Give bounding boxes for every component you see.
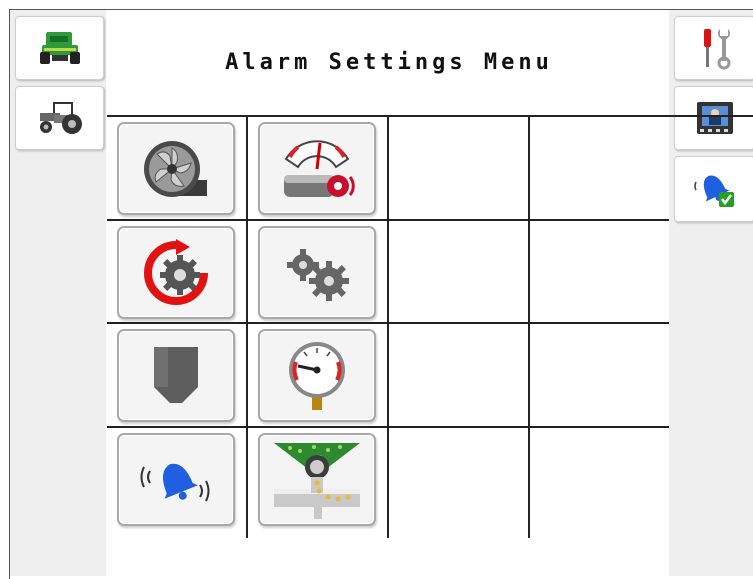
tools-tab[interactable] bbox=[674, 16, 753, 80]
alarm-sound-button[interactable] bbox=[117, 433, 235, 526]
ringing-bell-icon bbox=[140, 463, 210, 501]
grid-line-v2 bbox=[387, 116, 389, 538]
wrench-screwdriver-icon bbox=[703, 29, 730, 70]
pressure-gauge-icon bbox=[289, 341, 345, 410]
fan-icon bbox=[144, 140, 207, 197]
shaft-speed-alarm-button[interactable] bbox=[258, 122, 376, 215]
page-title: Alarm Settings Menu bbox=[225, 50, 553, 75]
display-settings-tab[interactable] bbox=[674, 86, 753, 150]
fan-alarm-button[interactable] bbox=[117, 122, 235, 215]
alarm-settings-tab[interactable] bbox=[674, 156, 753, 222]
tractor-tab[interactable] bbox=[15, 86, 104, 150]
operator-screen-icon bbox=[696, 102, 733, 134]
alarm-bell-check-icon bbox=[693, 175, 734, 207]
grid-line-v1 bbox=[246, 116, 248, 538]
bin-level-alarm-button[interactable] bbox=[117, 329, 235, 422]
tractor-icon bbox=[39, 102, 82, 134]
grid-line-v3 bbox=[528, 116, 530, 538]
gearbox-alarm-button[interactable] bbox=[258, 226, 376, 319]
gears-icon bbox=[287, 248, 349, 301]
rpm-gauge-shaft-icon bbox=[284, 139, 355, 197]
meter-roller-icon bbox=[274, 442, 360, 519]
metering-alarm-button[interactable] bbox=[258, 433, 376, 526]
sprayer-machine-tab[interactable] bbox=[15, 16, 104, 80]
pressure-alarm-button[interactable] bbox=[258, 329, 376, 422]
rotating-gear-icon bbox=[144, 238, 208, 305]
sprayer-machine-icon bbox=[39, 32, 80, 64]
grid-line-h1-right bbox=[669, 115, 753, 117]
hopper-icon bbox=[154, 346, 198, 403]
rotation-alarm-button[interactable] bbox=[117, 226, 235, 319]
